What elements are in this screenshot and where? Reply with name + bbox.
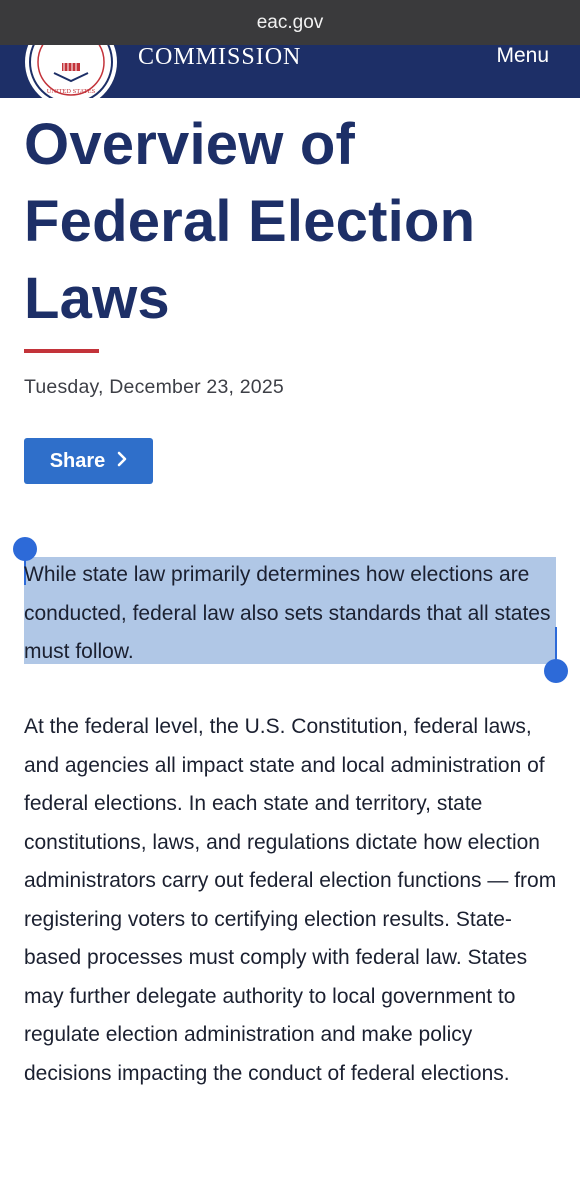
browser-url-bar[interactable]: eac.gov bbox=[0, 0, 580, 45]
share-label: Share bbox=[49, 449, 106, 472]
site-header: UNITED STATES COMMISSION Menu bbox=[0, 45, 580, 98]
seal-icon[interactable]: UNITED STATES bbox=[24, 45, 118, 98]
menu-button[interactable]: Menu bbox=[496, 45, 549, 69]
page-title: Overview of Federal Election Laws bbox=[24, 112, 476, 331]
lead-paragraph: While state law primarily determines how… bbox=[24, 563, 551, 663]
url-text: eac.gov bbox=[256, 11, 324, 33]
body-paragraph: At the federal level, the U.S. Constitut… bbox=[24, 715, 557, 1085]
title-divider bbox=[24, 349, 99, 353]
publish-date: Tuesday, December 23, 2025 bbox=[24, 376, 284, 398]
chevron-right-icon bbox=[117, 450, 127, 473]
share-button[interactable]: Share bbox=[24, 438, 153, 484]
seal-text: UNITED STATES bbox=[47, 88, 96, 95]
site-name[interactable]: COMMISSION bbox=[138, 45, 301, 70]
